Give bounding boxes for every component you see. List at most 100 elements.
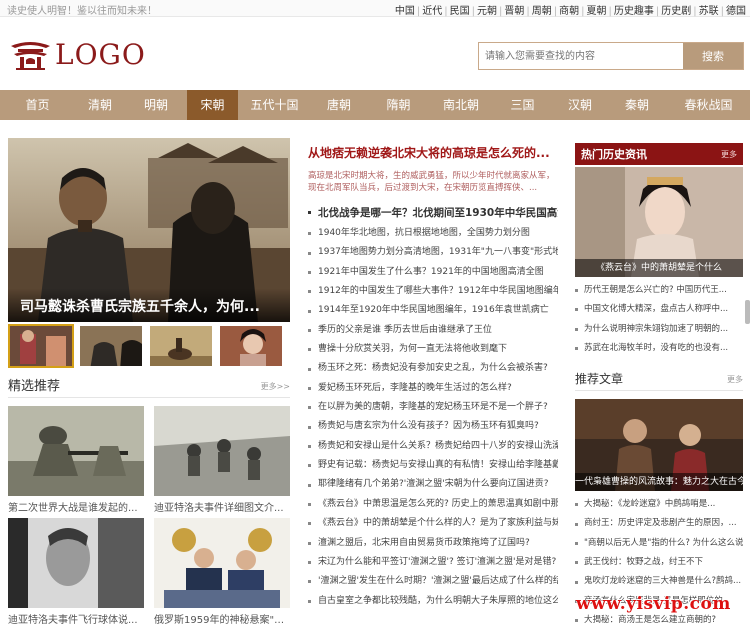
news-list-item[interactable]: 1940年华北地图，抗日根据地地图，全国势力划分图 <box>308 224 558 243</box>
bullet-icon <box>575 580 578 584</box>
bullet-icon <box>308 444 311 448</box>
featured-card-1[interactable]: 第二次世界大战是谁发起的... <box>8 406 144 514</box>
featured-card-caption[interactable]: 俄罗斯1959年的神秘悬案"迪... <box>154 611 290 626</box>
search-input[interactable] <box>479 43 683 69</box>
nav-item[interactable]: 唐朝 <box>311 90 367 120</box>
featured-card-3[interactable]: 迪亚特洛夫事件飞行球体说... <box>8 518 144 626</box>
recommended-header: 推荐文章 更多 <box>575 369 743 392</box>
bullet-icon <box>308 425 311 429</box>
top-dynasty-link[interactable]: 苏联 <box>699 6 719 17</box>
bullet-icon <box>575 561 578 565</box>
news-list-item[interactable]: 澶渊之盟后，北宋用自由贸易货币政策拖垮了辽国吗? <box>308 534 558 553</box>
hot-news-more-link[interactable]: 更多 <box>721 149 737 160</box>
featured-card-caption[interactable]: 第二次世界大战是谁发起的... <box>8 499 144 514</box>
nav-item[interactable]: 清朝 <box>75 90 125 120</box>
news-list-item[interactable]: 自古皇室之争都比较残酷，为什么明朝大子朱厚照的地位这么... <box>308 592 558 611</box>
recommended-item[interactable]: 大揭秘：《龙岭迷窟》中鹧鸪哨是... <box>575 495 743 514</box>
bullet-icon <box>575 347 578 351</box>
news-list-item[interactable]: 季历的父亲是谁 季历去世后由谁继承了王位 <box>308 321 558 340</box>
bullet-icon <box>575 541 578 545</box>
logo[interactable]: LOGO <box>8 36 146 72</box>
header: LOGO 搜索 <box>0 18 750 90</box>
nav-item[interactable]: 明朝 <box>125 90 187 120</box>
news-list-item[interactable]: 杨玉环之死：杨贵妃没有参加安史之乱，为什么会被杀害? <box>308 359 558 378</box>
news-list-item[interactable]: 1914年至1920年中华民国地图编年，1916年袁世凯病亡 <box>308 301 558 320</box>
nav-item[interactable]: 春秋战国 <box>667 90 750 120</box>
nav-item[interactable]: 五代十国 <box>238 90 311 120</box>
hero-thumb-1[interactable] <box>8 324 74 368</box>
bullet-icon <box>575 503 578 507</box>
recommended-more-link[interactable]: 更多 <box>727 374 743 390</box>
top-dynasty-link[interactable]: 历史剧 <box>661 6 691 17</box>
welcome-text: 读史使人明智！鉴以往而知未来！ <box>7 6 157 17</box>
news-list-item[interactable]: 1937年地图势力划分高清地图，1931年"九一八事变"形式地... <box>308 243 558 262</box>
hero-thumb-2[interactable] <box>78 324 144 368</box>
hot-news-list: 历代王朝是怎么兴亡的? 中国历代王... 中国文化博大精深，盘点古人称呼中... 为… <box>575 281 743 358</box>
nav-item[interactable]: 三国 <box>492 90 553 120</box>
featured-more-link[interactable]: 更多>> <box>261 381 290 397</box>
nav-item[interactable]: 秦朝 <box>607 90 667 120</box>
page-scrollbar[interactable] <box>745 300 750 324</box>
hot-news-item[interactable]: 苏武在北海牧羊时，没有吃的也没有... <box>575 339 743 358</box>
top-dynasty-link[interactable]: 商朝 <box>559 6 579 17</box>
news-list-item[interactable]: 1912年的中国发生了哪些大事件？1912年中华民国地图编年 <box>308 282 558 301</box>
news-list-item[interactable]: 在以胖为美的唐朝，李隆基的宠妃杨玉环是不是一个胖子? <box>308 398 558 417</box>
featured-card-2[interactable]: 迪亚特洛夫事件详细图文介... <box>154 406 290 514</box>
recommended-item[interactable]: "商朝以后无人是"指的什么? 为什么这么说 <box>575 534 743 553</box>
main-headline[interactable]: 从地痞无赖逆袭北宋大将的高琼是怎么死的... <box>308 144 558 161</box>
hot-news-item[interactable]: 历代王朝是怎么兴亡的? 中国历代王... <box>575 281 743 300</box>
hot-news-item[interactable]: 为什么说明神宗朱翊钧加速了明朝的... <box>575 320 743 339</box>
recommended-item[interactable]: 武王伐纣：牧野之战，纣王不下 <box>575 553 743 572</box>
top-dynasty-link[interactable]: 民国 <box>450 6 470 17</box>
hero-caption[interactable]: 司马懿诛杀曹氏宗族五千余人，为何... <box>8 288 290 322</box>
dynasty-links: 中国 | 近代 | 民国 | 元朝 | 晋朝 | 周朝 | 商朝 | 夏朝 | 历史趣事 | 历史剧 | 苏联 | 德国 <box>394 6 746 17</box>
recommended-image[interactable]: 一代枭雄曹操的风流故事：魅力之大在古今 <box>575 399 743 492</box>
nav-item[interactable]: 汉朝 <box>553 90 607 120</box>
search-button[interactable]: 搜索 <box>683 43 743 69</box>
nav-item[interactable]: 南北朝 <box>430 90 492 120</box>
nav-item[interactable]: 宋朝 <box>187 90 238 120</box>
news-list-item[interactable]: 1921年中国发生了什么事？1921年的中国地图高清全图 <box>308 263 558 282</box>
bullet-icon <box>308 328 311 332</box>
news-list-item[interactable]: 耶律隆绪有几个弟弟?'澶渊之盟'宋朝为什么要向辽国进贡? <box>308 475 558 494</box>
hot-news-item[interactable]: 中国文化博大精深，盘点古人称呼中... <box>575 300 743 319</box>
hot-news-image-caption[interactable]: 《燕云台》中的萧胡辇是个什么 <box>575 259 743 277</box>
top-dynasty-link[interactable]: 元朝 <box>477 6 497 17</box>
hero-thumb-3[interactable] <box>148 324 214 368</box>
recommended-image-caption[interactable]: 一代枭雄曹操的风流故事：魅力之大在古今 <box>575 473 743 492</box>
news-list-item[interactable]: 爱妃杨玉环死后，李隆基的晚年生活过的怎么样? <box>308 379 558 398</box>
recommended-item[interactable]: 商纣王：历史评定及悲剧产生的原因，... <box>575 514 743 533</box>
recommended-item[interactable]: 鬼吹灯龙岭迷窟的三大神兽是什么?鹧鸪... <box>575 572 743 591</box>
top-dynasty-link[interactable]: 夏朝 <box>587 6 607 17</box>
featured-header: 精选推荐 更多>> <box>8 376 290 398</box>
bullet-icon <box>575 308 578 312</box>
news-list-item[interactable]: 曹操十分欣赏关羽，为何一直无法将他收到麾下 <box>308 340 558 359</box>
right-column: 热门历史资讯 更多 《燕云台》中的萧胡辇是个什么 历代王朝是怎么兴亡的? 中国历… <box>575 143 743 630</box>
bullet-icon <box>308 522 311 526</box>
top-dynasty-link[interactable]: 中国 <box>395 6 415 17</box>
featured-card-caption[interactable]: 迪亚特洛夫事件详细图文介... <box>154 499 290 514</box>
news-list-item[interactable]: 杨贵妃与唐玄宗为什么没有孩子？因为杨玉环有狐臭吗? <box>308 417 558 436</box>
news-list-item[interactable]: 《燕云台》中的萧胡辇是个什么样的人？是为了家族利益与妹... <box>308 514 558 533</box>
sub-headline[interactable]: 北伐战争是哪一年？北伐期间至1930年中华民国高清... <box>308 205 558 220</box>
top-dynasty-link[interactable]: 晋朝 <box>504 6 524 17</box>
top-dynasty-link[interactable]: 德国 <box>726 6 746 17</box>
bullet-icon <box>575 522 578 526</box>
news-list-item[interactable]: 杨贵妃和安禄山是什么关系？杨贵妃给四十八岁的安禄山洗澡... <box>308 437 558 456</box>
top-dynasty-link[interactable]: 周朝 <box>532 6 552 17</box>
hot-news-image[interactable]: 《燕云台》中的萧胡辇是个什么 <box>575 167 743 277</box>
bullet-icon <box>308 270 311 274</box>
news-list-item[interactable]: '澶渊之盟'发生在什么时期？'澶渊之盟'最后达成了什么样的结局? <box>308 572 558 591</box>
news-list-item[interactable]: 宋辽为什么能和平签订'澶渊之盟'? 签订'澶渊之盟'是对是错? <box>308 553 558 572</box>
nav-item[interactable]: 首页 <box>0 90 75 120</box>
hero-thumb-4[interactable] <box>218 324 284 368</box>
top-dynasty-link[interactable]: 历史趣事 <box>614 6 654 17</box>
nav-item[interactable]: 隋朝 <box>367 90 430 120</box>
featured-card-caption[interactable]: 迪亚特洛夫事件飞行球体说... <box>8 611 144 626</box>
hero-slide[interactable]: 司马懿诛杀曹氏宗族五千余人，为何... <box>8 138 290 322</box>
news-list-item[interactable]: 《燕云台》中萧思温是怎么死的? 历史上的萧思温真如剧中那... <box>308 495 558 514</box>
top-dynasty-link[interactable]: 近代 <box>422 6 442 17</box>
news-list-item[interactable]: 野史有记载：杨贵妃与安禄山真的有私情！安禄山给李隆基戴... <box>308 456 558 475</box>
bullet-icon <box>308 599 311 603</box>
featured-card-4[interactable]: 俄罗斯1959年的神秘悬案"迪... <box>154 518 290 626</box>
